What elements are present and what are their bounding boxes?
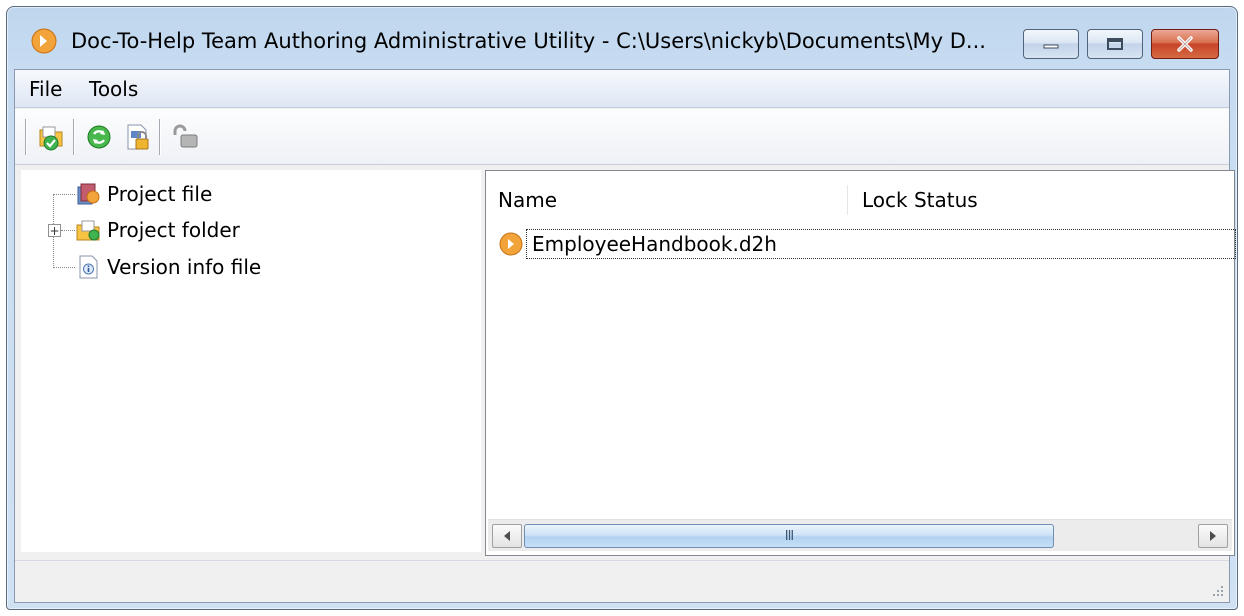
minimize-icon [1043,44,1059,49]
window-title: Doc-To-Help Team Authoring Administrativ… [71,29,986,53]
unlock-icon [173,124,198,148]
toolbar-separator [159,119,161,155]
doc-to-help-icon [31,28,57,54]
list-item[interactable]: EmployeeHandbook.d2h [490,227,1236,261]
client-area: File Tools Project file + Project folder… [14,69,1236,603]
status-bar [15,560,1229,602]
tree-connector [53,267,75,268]
tree-item-label: Version info file [107,255,262,279]
menu-file[interactable]: File [23,76,68,102]
tree-connector [61,230,75,231]
column-header-name[interactable]: Name [486,185,848,215]
project-folder-icon [76,220,100,241]
arrow-right-icon [1210,531,1216,541]
tree-item-version-info-file[interactable]: Version info file [75,253,261,281]
version-info-icon [79,255,98,279]
unlock-button[interactable] [169,121,201,153]
project-file-icon [77,183,100,205]
tree-item-project-file[interactable]: Project file [75,180,212,208]
lock-file-icon [127,124,149,150]
project-tree[interactable]: Project file + Project folder Version in… [21,170,481,552]
scroll-right-button[interactable] [1198,524,1228,548]
list-header: Name Lock Status [486,171,1234,227]
file-list[interactable]: Name Lock Status EmployeeHandbook.d2h II… [485,170,1236,556]
title-bar[interactable]: Doc-To-Help Team Authoring Administrativ… [7,7,1237,69]
resize-grip-icon[interactable] [1211,584,1225,598]
close-icon [1177,36,1193,52]
check-in-icon [39,126,63,151]
thumb-grip: III [784,528,794,544]
scrollbar-thumb[interactable]: III [524,524,1054,548]
d2h-file-icon [499,232,523,256]
lock-file-button[interactable] [121,121,153,153]
app-window: Doc-To-Help Team Authoring Administrativ… [6,6,1238,610]
file-name: EmployeeHandbook.d2h [532,232,777,256]
arrow-left-icon [504,531,510,541]
tree-expander[interactable]: + [48,224,61,237]
tree-item-label: Project file [107,182,213,206]
horizontal-scrollbar[interactable]: III [488,519,1232,551]
maximize-icon [1107,38,1123,50]
refresh-button[interactable] [83,121,115,153]
menu-bar: File Tools [15,70,1229,108]
minimize-button[interactable] [1023,29,1079,59]
refresh-icon [87,125,111,149]
maximize-button[interactable] [1087,29,1143,59]
scroll-left-button[interactable] [492,524,522,548]
toolbar [15,109,1229,165]
check-in-button[interactable] [35,121,67,153]
toolbar-separator [73,119,75,155]
tree-item-project-folder[interactable]: Project folder [75,216,240,244]
tree-item-label: Project folder [107,218,240,242]
close-button[interactable] [1151,29,1219,59]
tree-connector [53,194,75,195]
column-header-lock-status[interactable]: Lock Status [850,185,1234,215]
menu-tools[interactable]: Tools [83,76,144,102]
toolbar-separator [25,119,27,155]
